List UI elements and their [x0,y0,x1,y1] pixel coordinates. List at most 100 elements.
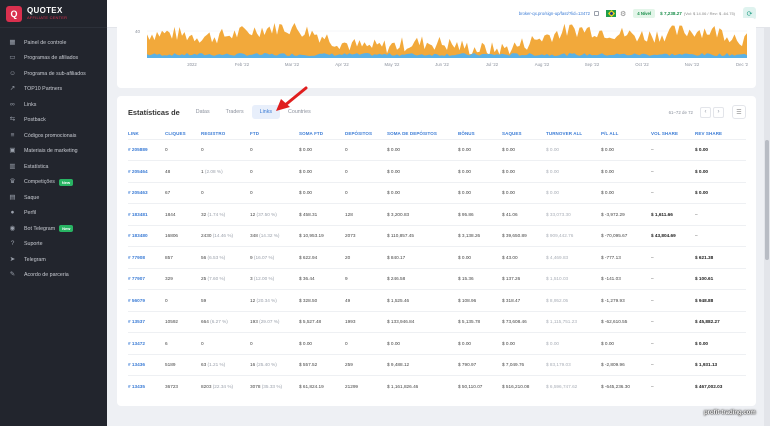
ftd-sum-cell: $ 10,953.19 [299,224,345,247]
referral-link[interactable]: broker-qx.pro/sign-up/fast/?lid=13472 [519,11,590,16]
sidebar-item-users[interactable]: ☺ Programa de sub-afiliados [0,66,107,82]
x-tick-label: Jul '22 [486,62,499,67]
sidebar-item-trend[interactable]: ↗ TOP10 Partners [0,82,107,98]
pl-cell: $ 0.00 [601,181,651,204]
table-row: # 205889 0 0 0 $ 0.00 0 $ 0.00 $ 0.00 $ 0.00 $ 0.… [128,138,746,161]
column-header[interactable]: DEPÓSITOS [345,129,387,139]
column-header[interactable]: FTD [250,129,299,139]
wallet-icon: ▤ [9,193,16,201]
ftd-value: 0 [250,168,253,174]
link-id-cell[interactable]: # 205463 [128,181,165,204]
column-header[interactable]: TURNOVER ALL [546,129,601,139]
sidebar-item-trophy[interactable]: ♛ Competições New [0,175,107,191]
bonus-value: $ 0.00 [458,190,472,196]
brazil-flag-icon[interactable] [606,9,616,18]
link-id-cell[interactable]: # 13472 [128,332,165,354]
turnover-cell: $ 0.00 [546,138,601,161]
bonus-cell: $ 0.00 [458,332,502,354]
level-badge: 4 Nível [633,9,656,18]
vol-share-cell: – [651,353,695,376]
link-id-cell[interactable]: # 77908 [128,246,165,268]
x-tick-label: Apr '22 [335,62,349,67]
percentage-value: (35.33 %) [261,384,283,389]
column-header[interactable]: REV SHARE [695,129,746,139]
clicks-cell: 16806 [165,224,201,247]
sidebar-item-bot[interactable]: ◉ Bot Telegram New [0,221,107,237]
table-row: # 56079 0 59 12 (20.34 %) $ 328.50 49 $ 1,525.… [128,289,746,311]
vol-share-value: – [651,384,654,389]
clicks-cell: 329 [165,267,201,290]
column-header[interactable]: SOMA DE DEPÓSITOS [387,129,458,139]
trophy-icon: ♛ [9,178,16,185]
column-header[interactable]: REGISTRO [201,129,250,139]
scrollbar-thumb[interactable] [765,140,769,260]
link-id-cell[interactable]: # 13435 [128,375,165,397]
deposits-cell: 128 [345,203,387,225]
sidebar-item-dashboard[interactable]: ▦ Painel de controle [0,35,107,51]
link-id-cell[interactable]: # 205464 [128,160,165,182]
column-header[interactable]: SOMA FTD [299,129,345,139]
column-header[interactable]: BÔNUS [458,129,502,139]
sidebar-item-folder[interactable]: ▭ Programas de afiliados [0,51,107,67]
sidebar-item-profile[interactable]: ● Perfil [0,206,107,222]
ftd-cell: 0 [250,138,299,161]
tab-datas[interactable]: Datas [188,105,218,119]
ftd-value: 193 [250,319,258,325]
registrations-cell: 8203 (22.34 %) [201,375,250,397]
bonus-cell: $ 15.36 [458,267,502,290]
x-tick-label: Sep '22 [585,62,600,67]
link-id-cell[interactable]: # 13537 [128,310,165,333]
column-header[interactable]: VOL SHARE [651,129,695,139]
rev-share-value: $ 45,882.27 [695,319,720,325]
sidebar-item-stats[interactable]: ▥ Estatística [0,159,107,175]
link-id-cell[interactable]: # 77907 [128,267,165,290]
deposits-sum-value: $ 840.17 [387,254,406,260]
link-id-cell[interactable]: # 183480 [128,224,165,247]
tab-traders[interactable]: Traders [218,105,252,119]
link-id-cell[interactable]: # 183481 [128,203,165,225]
registrations-cell: 2430 (14.46 %) [201,224,250,247]
link-id-cell[interactable]: # 13436 [128,353,165,376]
sidebar-item-link[interactable]: ∞ Links [0,97,107,113]
sidebar-item-telegram[interactable]: ➤ Telegram [0,252,107,268]
turnover-value: $ 909,442.76 [546,233,574,239]
ftd-cell: 16 (25.40 %) [250,353,299,376]
filter-settings-icon[interactable]: ☰ [732,105,746,119]
sidebar-item-contract[interactable]: ✎ Acordo de parceria [0,268,107,284]
vol-share-cell: $ 1,611.66 [651,203,695,225]
prev-page-button[interactable]: ‹ [700,106,711,118]
percentage-value: (6.53 %) [207,254,226,260]
brand[interactable]: Q QUOTEX AFFILIATE CENTER [0,0,107,28]
settings-icon[interactable]: ⚙ [620,10,626,18]
statistics-table: LINK CLIQUES REGISTRO FTD SOMA FTD DEPÓSITOS S… [128,129,746,397]
link-id-value: # 183481 [128,211,148,217]
rev-share-cell: $ 45,882.27 [695,310,746,333]
bonus-value: $ 50,110.07 [458,384,483,389]
column-header[interactable]: P/L ALL [601,129,651,139]
next-page-button[interactable]: › [713,106,724,118]
sidebar-item-wallet[interactable]: ▤ Saque [0,190,107,206]
turnover-value: $ 8,952.05 [546,297,569,303]
link-id-cell[interactable]: # 56079 [128,289,165,311]
postback-icon: ⇆ [9,116,16,123]
table-row: # 13537 10592 664 (6.27 %) 193 (29.07 %) $ 5… [128,310,746,333]
column-header[interactable]: CLIQUES [165,129,201,139]
sidebar-item-postback[interactable]: ⇆ Postback [0,113,107,129]
column-header[interactable]: SAQUES [502,129,546,139]
ftd-sum-value: $ 622.94 [299,254,318,260]
ftd-sum-value: $ 328.50 [299,297,318,303]
withdrawals-value: $ 7,049.76 [502,362,525,368]
vol-share-value: – [651,362,654,368]
link-id-cell[interactable]: # 205889 [128,138,165,161]
vol-share-cell: $ 43,804.69 [651,224,695,247]
link-id-value: # 205889 [128,147,148,153]
column-header[interactable]: LINK [128,129,165,139]
withdrawals-value: $ 0.00 [502,340,516,346]
deposits-sum-value: $ 9,488.12 [387,362,410,368]
sidebar-item-label: Materiais de marketing [24,148,78,155]
copy-icon[interactable] [594,11,599,16]
sidebar-item-code[interactable]: ≡ Códigos promocionais [0,128,107,144]
sidebar-item-image[interactable]: ▣ Materiais de marketing [0,144,107,160]
withdrawals-cell: $ 43.00 [502,246,546,268]
sidebar-item-support[interactable]: ? Suporte [0,237,107,253]
